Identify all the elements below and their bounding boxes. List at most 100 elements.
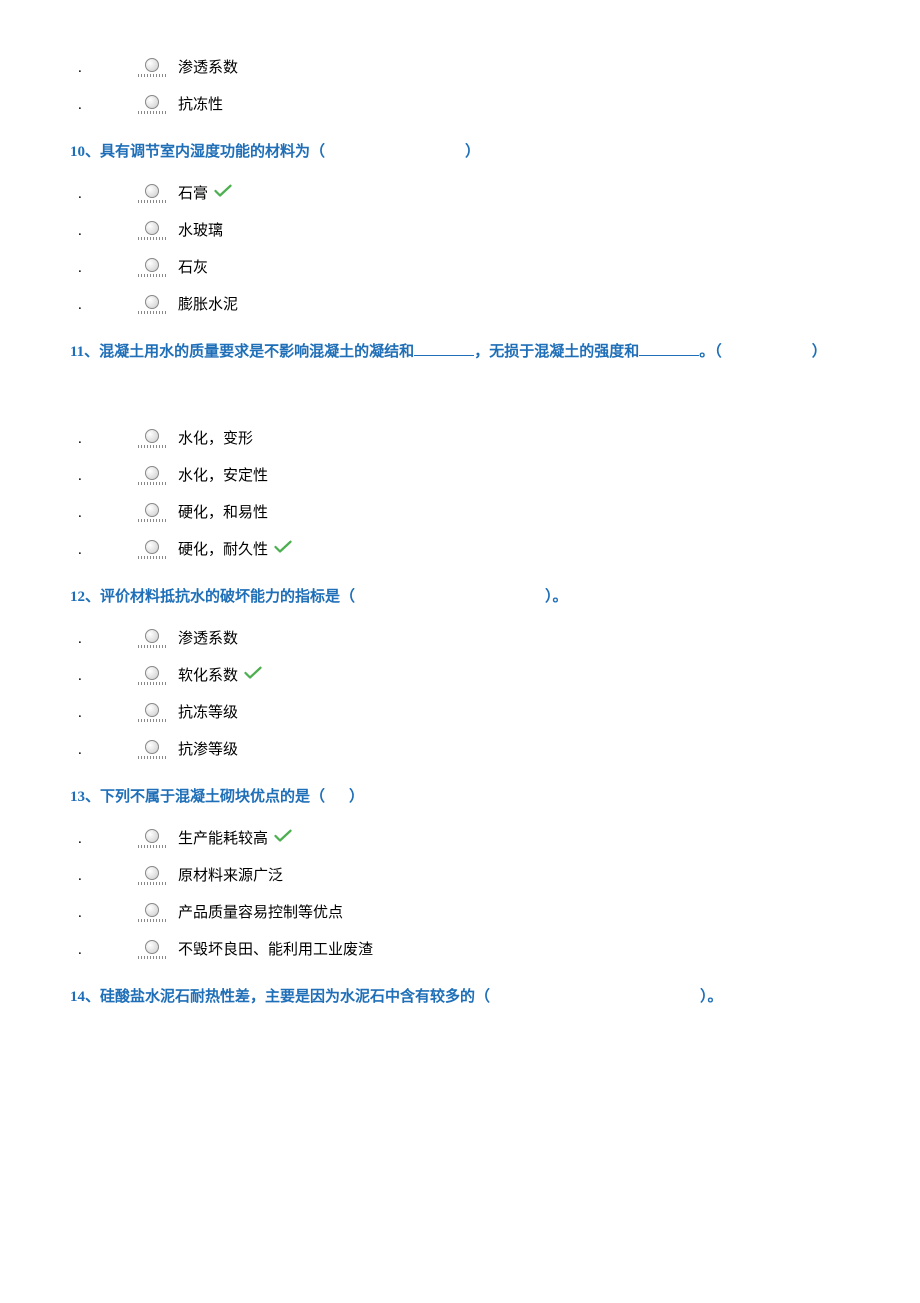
radio-button[interactable] [138,829,166,848]
stem-post: ） [465,144,480,160]
question-12-stem: 12、评价材料抵抗水的破坏能力的指标是（ ）。 [70,584,870,611]
question-14-stem: 14、硅酸盐水泥石耐热性差，主要是因为水泥石中含有较多的（ ）。 [70,984,870,1011]
radio-button[interactable] [138,629,166,648]
list-bullet: . [70,504,138,522]
question-11-stem: 11、混凝土用水的质量要求是不影响混凝土的凝结和 ，无损于混凝土的强度和 。（ ） [70,339,870,366]
option-row: . 渗透系数 [70,629,870,648]
option-text: 抗渗等级 [178,741,238,759]
question-12-options: . 渗透系数 . 软化系数 . 抗冻等级 . 抗渗等级 [70,629,870,759]
list-bullet: . [70,296,138,314]
option-row: . 软化系数 [70,666,870,685]
option-row: . 水玻璃 [70,221,870,240]
radio-button[interactable] [138,866,166,885]
question-10-options: . 石膏 . 水玻璃 . 石灰 . 膨胀水泥 [70,184,870,314]
stem-pre: 13、下列不属于混凝土砌块优点的是（ [70,789,325,805]
option-text: 产品质量容易控制等优点 [178,904,343,922]
list-bullet: . [70,741,138,759]
option-row: . 抗冻等级 [70,703,870,722]
option-text: 石膏 [178,185,208,203]
option-text: 生产能耗较高 [178,830,268,848]
blank-underline [414,340,474,356]
radio-button[interactable] [138,740,166,759]
list-bullet: . [70,430,138,448]
option-row: . 水化，安定性 [70,466,870,485]
radio-button[interactable] [138,703,166,722]
stem-post: ）。 [545,589,568,605]
option-text: 渗透系数 [178,630,238,648]
radio-button[interactable] [138,221,166,240]
question-10-stem: 10、具有调节室内湿度功能的材料为（ ） [70,139,870,166]
question-9-options-tail: . 渗透系数 . 抗冻性 [70,58,870,114]
option-row: . 膨胀水泥 [70,295,870,314]
option-text: 抗冻性 [178,96,223,114]
list-bullet: . [70,185,138,203]
option-text: 不毁坏良田、能利用工业废渣 [178,941,373,959]
option-row: . 抗渗等级 [70,740,870,759]
radio-button[interactable] [138,429,166,448]
stem-pre: 14、硅酸盐水泥石耐热性差，主要是因为水泥石中含有较多的（ [70,989,490,1005]
blank-underline [639,340,699,356]
option-row: . 渗透系数 [70,58,870,77]
option-text: 软化系数 [178,667,238,685]
radio-button[interactable] [138,466,166,485]
radio-button[interactable] [138,503,166,522]
option-text: 硬化，耐久性 [178,541,268,559]
option-row: . 硬化，耐久性 [70,540,870,559]
option-row: . 石膏 [70,184,870,203]
list-bullet: . [70,96,138,114]
option-text: 石灰 [178,259,208,277]
option-row: . 石灰 [70,258,870,277]
option-text: 水化，安定性 [178,467,268,485]
stem-part-b: ，无损于混凝土的强度和 [474,344,639,360]
check-icon [274,829,292,848]
option-text: 水玻璃 [178,222,223,240]
stem-part-c: 。（ [699,344,722,360]
question-13-options: . 生产能耗较高 . 原材料来源广泛 . 产品质量容易控制等优点 . 不毁坏良田… [70,829,870,959]
option-row: . 抗冻性 [70,95,870,114]
radio-button[interactable] [138,184,166,203]
list-bullet: . [70,667,138,685]
list-bullet: . [70,259,138,277]
option-row: . 原材料来源广泛 [70,866,870,885]
list-bullet: . [70,867,138,885]
check-icon [274,540,292,559]
option-row: . 硬化，和易性 [70,503,870,522]
question-13-stem: 13、下列不属于混凝土砌块优点的是（ ） [70,784,870,811]
radio-button[interactable] [138,940,166,959]
list-bullet: . [70,222,138,240]
list-bullet: . [70,904,138,922]
question-11-options: . 水化，变形 . 水化，安定性 . 硬化，和易性 . 硬化，耐久性 [70,429,870,559]
stem-post: ）。 [700,989,723,1005]
stem-post: ） [349,789,364,805]
list-bullet: . [70,704,138,722]
stem-part-d: ） [812,344,827,360]
option-row: . 生产能耗较高 [70,829,870,848]
stem-pre: 10、具有调节室内湿度功能的材料为（ [70,144,325,160]
check-icon [214,184,232,203]
option-text: 渗透系数 [178,59,238,77]
stem-part-a: 11、混凝土用水的质量要求是不影响混凝土的凝结和 [70,344,414,360]
option-row: . 水化，变形 [70,429,870,448]
list-bullet: . [70,830,138,848]
list-bullet: . [70,941,138,959]
list-bullet: . [70,467,138,485]
list-bullet: . [70,541,138,559]
option-text: 抗冻等级 [178,704,238,722]
stem-pre: 12、评价材料抵抗水的破坏能力的指标是（ [70,589,355,605]
option-text: 膨胀水泥 [178,296,238,314]
option-text: 硬化，和易性 [178,504,268,522]
check-icon [244,666,262,685]
radio-button[interactable] [138,903,166,922]
radio-button[interactable] [138,540,166,559]
radio-button[interactable] [138,95,166,114]
option-text: 原材料来源广泛 [178,867,283,885]
option-row: . 不毁坏良田、能利用工业废渣 [70,940,870,959]
option-row: . 产品质量容易控制等优点 [70,903,870,922]
radio-button[interactable] [138,258,166,277]
list-bullet: . [70,630,138,648]
list-bullet: . [70,59,138,77]
radio-button[interactable] [138,295,166,314]
radio-button[interactable] [138,58,166,77]
radio-button[interactable] [138,666,166,685]
option-text: 水化，变形 [178,430,253,448]
